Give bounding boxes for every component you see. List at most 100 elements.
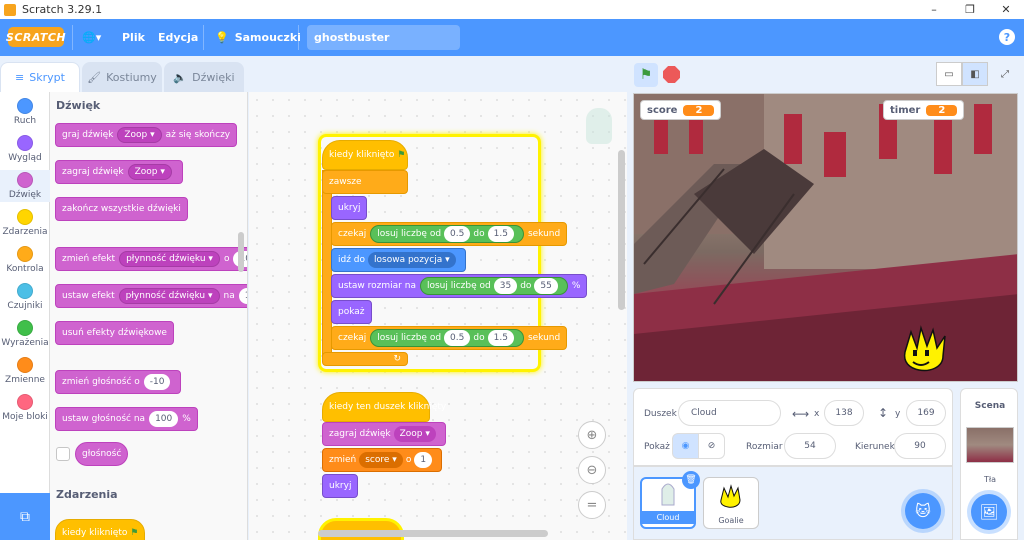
category-motion[interactable]: Ruch [0,98,50,126]
size-label: Rozmiar [746,442,783,452]
tutorials-label: Samouczki [234,31,301,44]
cloud-sprite-thumbnail [661,483,675,506]
goalie-sprite[interactable] [899,322,951,374]
tutorials-button[interactable]: 💡 Samouczki [215,19,301,56]
category-events[interactable]: Zdarzenia [0,209,50,237]
zoom-reset-icon: = [586,497,598,513]
add-extension-button[interactable]: ⧉ [0,493,50,540]
sprite-tile-goalie[interactable]: Goalie [703,477,759,529]
show-sprite-button[interactable]: ◉ [672,433,699,459]
extension-icon: ⧉ [20,508,30,525]
green-flag-icon: ⚑ [397,150,406,160]
sprite-name-input[interactable]: Cloud [678,400,781,426]
language-menu[interactable]: 🌐▾ [82,19,101,56]
size-input[interactable]: 54 [784,433,836,459]
zoom-in-button[interactable]: ⊕ [578,421,606,449]
y-input[interactable]: 169 [906,400,946,426]
current-sprite-watermark [586,108,612,144]
script2-change-variable[interactable]: zmień score ▾ o 1 [322,448,443,472]
green-flag-button[interactable]: ⚑ [634,63,658,87]
script1-set-size[interactable]: ustaw rozmiar na losuj liczbę od 35 do 55 % [331,274,588,298]
block-set-effect[interactable]: ustaw efekt płynność dźwięku ▾ na 100 [55,284,247,308]
block-set-volume[interactable]: ustaw głośność na 100 % [55,407,198,431]
volume-checkbox[interactable] [56,447,70,461]
add-backdrop-button[interactable]: 🖼 [971,494,1007,530]
category-operators[interactable]: Wyrażenia [0,320,50,348]
script1-wait-random-1[interactable]: czekaj losuj liczbę od 0.5 do 1.5 sekund [331,222,568,246]
block-when-flag-clicked[interactable]: kiedy kliknięto ⚑ [55,519,146,540]
script2-start-sound[interactable]: zagraj dźwięk Zoop ▾ [322,422,446,446]
trash-icon: 🗑 [685,475,697,485]
sprite-info-panel: Duszek Cloud ⟷ x 138 ↕ y 169 Pokaż ◉ ⊘ R… [633,388,953,466]
category-looks[interactable]: Wygląd [0,135,50,163]
zoom-reset-button[interactable]: = [578,491,606,519]
palette-scrollbar[interactable] [238,232,244,272]
normal-stage-icon: ◧ [970,68,980,80]
zoom-out-button[interactable]: ⊖ [578,456,606,484]
menu-bar: SCRATCH 🌐▾ Plik Edycja 💡 Samouczki [0,19,1024,56]
hide-sprite-button[interactable]: ⊘ [698,433,725,459]
minimize-button[interactable]: – [916,0,952,19]
block-change-volume[interactable]: zmień głośność o -10 [55,370,182,394]
score-monitor[interactable]: score 2 [640,100,722,120]
block-change-effect[interactable]: zmień efekt płynność dźwięku ▾ o 10 [55,247,247,271]
scratch-logo[interactable]: SCRATCH [6,27,66,47]
stage-canvas[interactable]: score 2 timer 2 [633,93,1018,382]
tab-costumes[interactable]: 🖌 Kostiumy [82,62,162,92]
category-sound[interactable]: Dźwięk [0,170,50,202]
small-stage-icon: ▭ [944,68,954,80]
category-my-blocks[interactable]: Moje bloki [0,394,50,422]
tab-sounds[interactable]: 🔈 Dźwięki [164,62,244,92]
maximize-button[interactable]: ❐ [952,0,988,19]
block-start-sound[interactable]: zagraj dźwięk Zoop ▾ [55,160,183,184]
direction-input[interactable]: 90 [894,433,946,459]
workspace-vertical-scrollbar[interactable] [618,150,625,310]
script1-show[interactable]: pokaż [331,300,372,324]
file-menu[interactable]: Plik [122,19,145,56]
stage-backdrop [634,94,1017,381]
lightbulb-icon: 💡 [215,31,229,44]
show-label: Pokaż [644,442,670,452]
palette-heading-sound: Dźwięk [56,99,101,112]
x-arrows-icon: ⟷ [792,407,810,421]
block-play-sound-until-done[interactable]: graj dźwięk Zoop ▾ aż się skończy [55,123,238,147]
normal-stage-button[interactable]: ◧ [962,62,988,86]
sprite-label: Duszek [644,409,677,419]
help-icon[interactable]: ? [999,29,1015,45]
y-arrows-icon: ↕ [878,406,889,420]
block-stop-all-sounds[interactable]: zakończ wszystkie dźwięki [55,197,188,221]
timer-monitor[interactable]: timer 2 [883,100,965,120]
category-menu: Ruch Wygląd Dźwięk Zdarzenia Kontrola Cz… [0,92,50,540]
script1-hide[interactable]: ukryj [331,196,368,220]
brush-icon: 🖌 [87,71,102,84]
script1-wait-random-2[interactable]: czekaj losuj liczbę od 0.5 do 1.5 sekund [331,326,568,350]
x-input[interactable]: 138 [824,400,864,426]
script-workspace[interactable]: kiedy kliknięto ⚑ zawsze ukryj czekaj lo… [249,92,627,540]
script1-forever[interactable]: zawsze [322,170,408,194]
category-control[interactable]: Kontrola [0,246,50,274]
code-icon: ≡ [15,71,25,84]
tab-code[interactable]: ≡ Skrypt [0,62,80,92]
block-volume-reporter[interactable]: głośność [75,442,129,466]
script1-forever-end: ↻ [322,352,408,366]
script2-hide[interactable]: ukryj [322,474,359,498]
block-clear-sound-effects[interactable]: usuń efekty dźwiękowe [55,321,174,345]
cat-plus-icon: 🐱 [915,502,931,520]
script1-go-to-random[interactable]: idź do losowa pozycja ▾ [331,248,466,272]
add-sprite-button[interactable]: 🐱 [905,493,941,529]
category-variables[interactable]: Zmienne [0,357,50,385]
script2-when-sprite-clicked[interactable]: kiedy ten duszek kliknięty [322,392,446,422]
fullscreen-button[interactable]: ⤢ [992,62,1018,86]
palette-heading-events: Zdarzenia [56,488,118,501]
project-title-input[interactable]: ghostbuster [307,25,460,50]
workspace-horizontal-scrollbar[interactable] [318,530,548,537]
close-button[interactable]: ✕ [988,0,1024,19]
fullscreen-icon: ⤢ [1001,68,1009,80]
edit-menu[interactable]: Edycja [158,19,198,56]
window-title: Scratch 3.29.1 [22,3,103,16]
category-sensing[interactable]: Czujniki [0,283,50,311]
script1-when-flag-clicked[interactable]: kiedy kliknięto ⚑ [322,140,408,170]
small-stage-button[interactable]: ▭ [936,62,962,86]
delete-sprite-button[interactable]: 🗑 [682,471,700,489]
zoom-out-icon: ⊖ [586,462,598,478]
